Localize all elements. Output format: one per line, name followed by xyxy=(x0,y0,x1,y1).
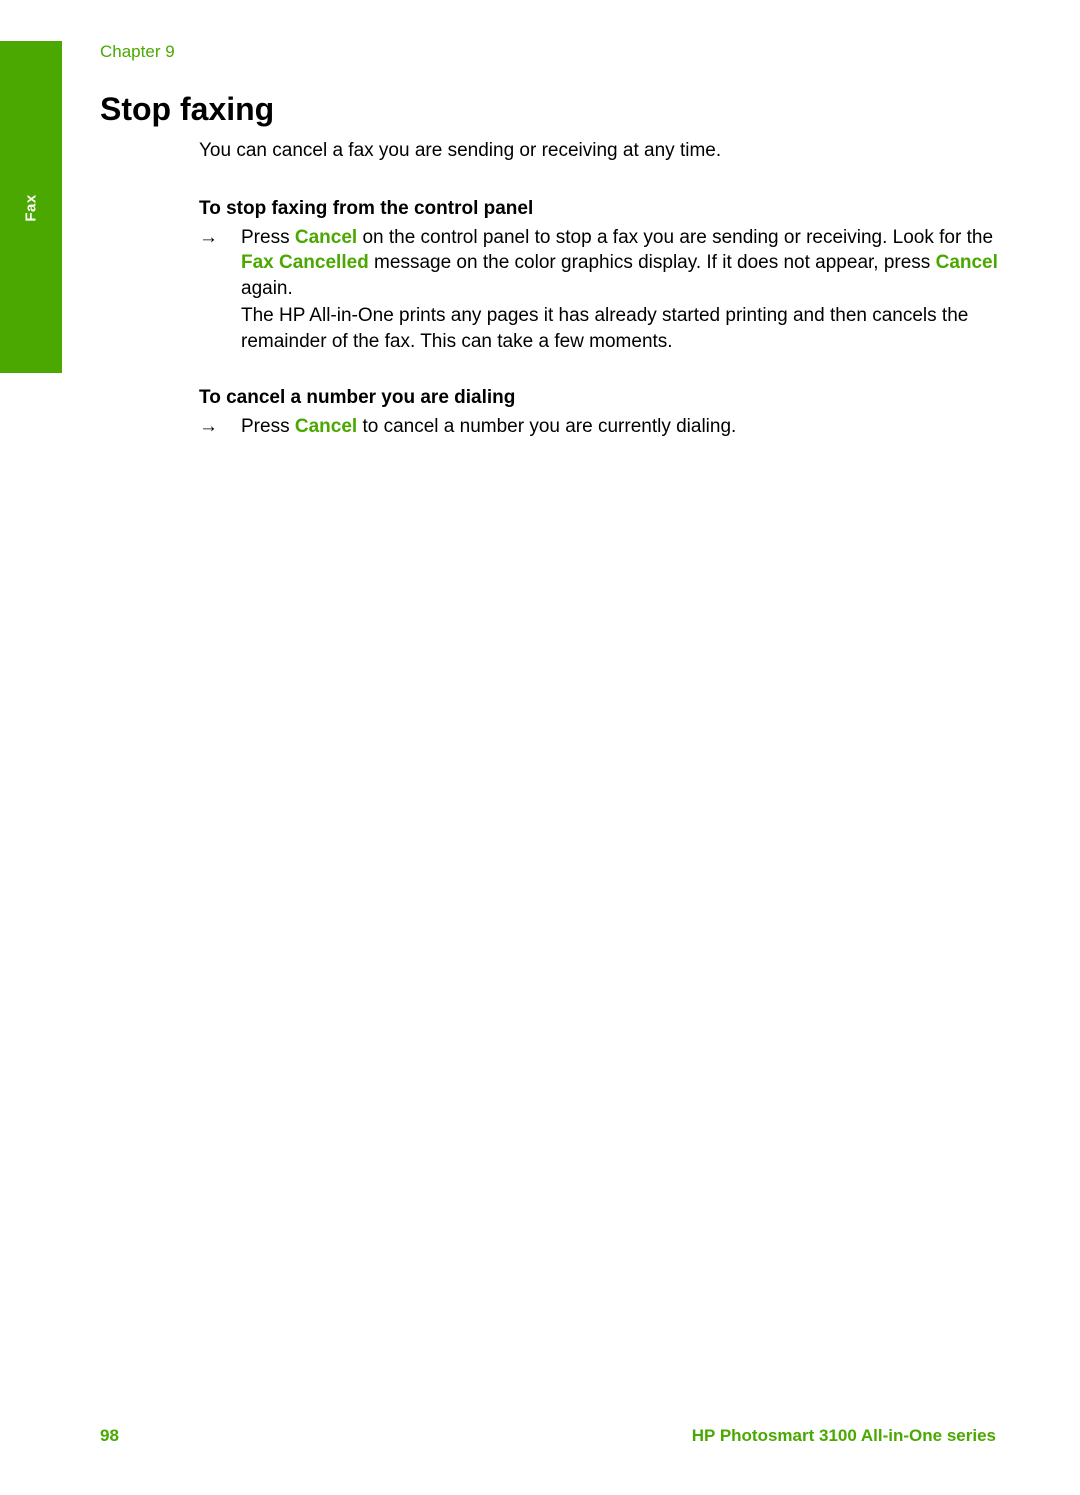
main-content: You can cancel a fax you are sending or … xyxy=(199,138,999,440)
procedure-step: → Press Cancel on the control panel to s… xyxy=(199,225,999,355)
step-text: to cancel a number you are currently dia… xyxy=(357,416,737,437)
section-heading: To stop faxing from the control panel xyxy=(199,197,534,219)
step-note: The HP All-in-One prints any pages it ha… xyxy=(241,305,969,352)
ui-term-fax-cancelled: Fax Cancelled xyxy=(241,252,369,273)
step-instruction: Press Cancel on the control panel to sto… xyxy=(241,225,999,302)
section-stop-faxing: To stop faxing from the control panel → … xyxy=(199,196,999,355)
section-cancel-dialing: To cancel a number you are dialing → Pre… xyxy=(199,385,999,440)
arrow-right-icon: → xyxy=(199,416,218,437)
ui-term-cancel: Cancel xyxy=(294,416,358,437)
chapter-label: Chapter 9 xyxy=(100,42,175,61)
procedure-step: → Press Cancel to cancel a number you ar… xyxy=(199,414,999,440)
intro-paragraph: You can cancel a fax you are sending or … xyxy=(199,140,722,161)
footer-product-title: HP Photosmart 3100 All-in-One series xyxy=(691,1426,996,1445)
page-title: Stop faxing xyxy=(100,91,275,127)
ui-term-cancel: Cancel xyxy=(935,252,998,273)
page-number: 98 xyxy=(100,1426,119,1445)
step-text: on the control panel to stop a fax you a… xyxy=(357,226,994,248)
step-instruction: Press Cancel to cancel a number you are … xyxy=(241,414,999,440)
step-text: message on the color graphics display. I… xyxy=(368,252,936,273)
step-text: again. xyxy=(241,277,293,299)
side-tab-label: Fax xyxy=(22,194,40,222)
step-text: Press xyxy=(241,226,295,248)
arrow-right-icon: → xyxy=(199,226,218,248)
step-text: Press xyxy=(241,416,295,437)
ui-term-cancel: Cancel xyxy=(294,226,358,248)
section-heading: To cancel a number you are dialing xyxy=(199,387,516,408)
